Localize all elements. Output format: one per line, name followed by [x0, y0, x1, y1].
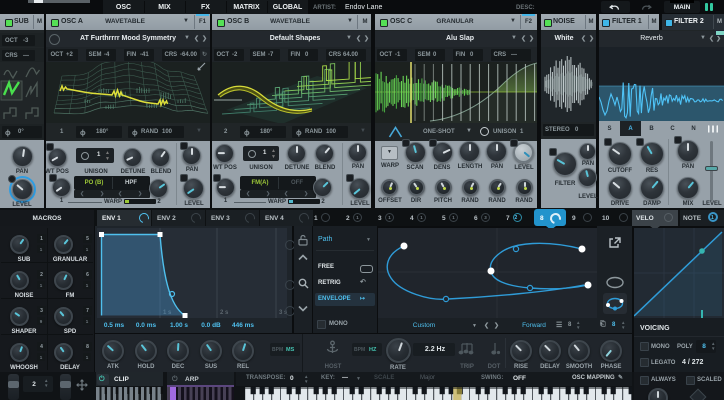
svg-text:2 s: 2 s: [220, 310, 229, 316]
